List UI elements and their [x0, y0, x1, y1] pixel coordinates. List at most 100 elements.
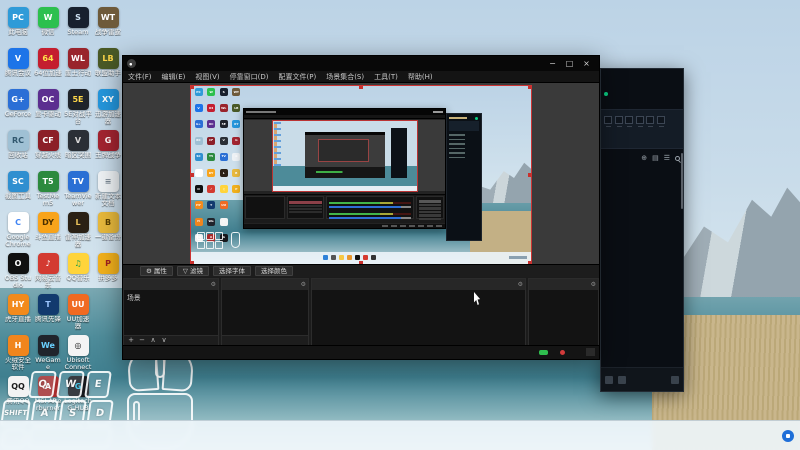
- desktop-icon[interactable]: V 暗区突围: [64, 130, 92, 168]
- desktop-icon[interactable]: A MSI Afterburner: [34, 376, 62, 414]
- wrench-icon[interactable]: ⚙: [591, 279, 596, 290]
- app-icon: WT: [98, 7, 119, 28]
- context-toolbar-button[interactable]: ▽ 滤镜: [177, 266, 209, 276]
- desktop-icon[interactable]: RC 回收站: [4, 130, 32, 168]
- mini-desktop-icon: L 雷神加速器: [218, 169, 229, 182]
- notification-badge[interactable]: [782, 430, 794, 442]
- friends-group-header[interactable]: [601, 169, 681, 172]
- controls-dock-header[interactable]: ⚙: [529, 279, 598, 290]
- friends-scrollbar[interactable]: [681, 153, 683, 209]
- desktop-icon[interactable]: LB 联盟助手: [94, 48, 122, 86]
- desktop-icon[interactable]: ≡ 新建文本文档: [94, 171, 122, 209]
- desktop-icon[interactable]: QQ 腾讯QQ: [4, 376, 32, 414]
- menu-item[interactable]: 工具(T): [369, 72, 403, 82]
- window-control-button[interactable]: □: [561, 59, 578, 68]
- mini-desktop-icon: V 腾讯会议: [193, 104, 204, 117]
- desktop-icon[interactable]: 5E 5E对战平台: [64, 89, 92, 127]
- scenes-toolbar-button[interactable]: −: [137, 337, 147, 344]
- selection-handle[interactable]: [191, 173, 194, 177]
- desktop-icon[interactable]: UU UU加速器: [64, 294, 92, 332]
- scenes-toolbar-button[interactable]: ∧: [148, 337, 158, 344]
- desktop-icon[interactable]: G Logitech G HUB: [64, 376, 92, 414]
- wrench-icon[interactable]: ⚙: [518, 279, 523, 290]
- party-slot[interactable]: [636, 116, 644, 124]
- wrench-icon[interactable]: ⚙: [301, 279, 306, 290]
- selection-handle[interactable]: [191, 261, 194, 264]
- desktop-icon[interactable]: ♪ 网易云音乐: [34, 253, 62, 291]
- selection-handle[interactable]: [359, 86, 363, 89]
- sources-dock-header[interactable]: ⚙: [222, 279, 308, 290]
- scenes-dock-header[interactable]: ⚙: [124, 279, 218, 290]
- window-control-button[interactable]: −: [544, 59, 561, 68]
- desktop-icon[interactable]: W 微信: [34, 7, 62, 45]
- party-slot[interactable]: [625, 116, 633, 124]
- obs-preview-area[interactable]: PC 此电脑 W 微信 S Steam: [123, 83, 599, 264]
- mini-desktop-icon: T5 TestMem5: [206, 153, 217, 166]
- context-toolbar-button[interactable]: 选择颜色: [255, 266, 293, 276]
- menu-item[interactable]: 编辑(E): [157, 72, 191, 82]
- menu-item[interactable]: 停靠窗口(D): [225, 72, 274, 82]
- menu-item[interactable]: 视图(V): [190, 72, 224, 82]
- desktop-icon[interactable]: HY 虎牙直播: [4, 294, 32, 332]
- desktop-icon[interactable]: V 腾讯会议: [4, 48, 32, 86]
- selection-handle[interactable]: [528, 261, 531, 264]
- party-slot[interactable]: [604, 116, 612, 124]
- desktop-icon[interactable]: B 一键备份: [94, 212, 122, 250]
- desktop-icon[interactable]: CF 穿越火线: [34, 130, 62, 168]
- rec-timer: [560, 349, 568, 357]
- desktop-icon[interactable]: P 拼多多: [94, 253, 122, 291]
- add-friend-icon[interactable]: ⊕: [641, 155, 647, 162]
- desktop-icon[interactable]: 64 64位加速: [34, 48, 62, 86]
- search-icon[interactable]: [675, 156, 680, 161]
- window-control-button[interactable]: ×: [578, 59, 595, 68]
- context-toolbar-button[interactable]: ⚙ 属性: [140, 266, 173, 276]
- desktop-icon[interactable]: WT 战争雷霆: [94, 7, 122, 45]
- obs-titlebar[interactable]: −□×: [123, 56, 599, 71]
- preview-canvas[interactable]: PC 此电脑 W 微信 S Steam: [191, 86, 531, 264]
- desktop-icon[interactable]: L 雷神加速器: [64, 212, 92, 250]
- desktop-icon[interactable]: PC 此电脑: [4, 7, 32, 45]
- desktop-icon[interactable]: H 火绒安全软件: [4, 335, 32, 373]
- desktop-icon[interactable]: G+ GeForce: [4, 89, 32, 127]
- desktop-icon[interactable]: TV TeamViewer: [64, 171, 92, 209]
- voice-icon[interactable]: [605, 376, 613, 384]
- desktop-icon[interactable]: T 腾讯先锋: [34, 294, 62, 332]
- scenes-toolbar-button[interactable]: +: [126, 337, 136, 344]
- desktop-icon[interactable]: S Steam: [64, 7, 92, 45]
- party-slot[interactable]: [615, 116, 623, 124]
- desktop-icon[interactable]: XY 迅游加速器: [94, 89, 122, 127]
- desktop-icon[interactable]: We WeGame: [34, 335, 62, 373]
- selection-handle[interactable]: [528, 86, 531, 89]
- desktop-icon[interactable]: WL 废土行动: [64, 48, 92, 86]
- desktop-icon[interactable]: O OBS Studio: [4, 253, 32, 291]
- desktop-icon[interactable]: SC 截图工具: [4, 171, 32, 209]
- party-slot[interactable]: [657, 116, 665, 124]
- settings-icon[interactable]: [671, 376, 679, 384]
- list-icon[interactable]: ☰: [664, 155, 670, 162]
- context-toolbar-button[interactable]: 选择字体: [213, 266, 251, 276]
- desktop-icon[interactable]: OC 显卡驱动: [34, 89, 62, 127]
- desktop-icon[interactable]: ♫ QQ音乐: [64, 253, 92, 291]
- desktop-icon[interactable]: C Google Chrome: [4, 212, 32, 250]
- menu-item[interactable]: 帮助(H): [403, 72, 438, 82]
- desktop-icon[interactable]: ◎ Ubisoft Connect: [64, 335, 92, 373]
- party-slot[interactable]: [646, 116, 654, 124]
- scene-list-item[interactable]: 场景: [124, 290, 218, 304]
- menu-item[interactable]: 文件(F): [123, 72, 157, 82]
- desktop-icon[interactable]: G 王牌战争: [94, 130, 122, 168]
- resize-grip[interactable]: [586, 348, 595, 356]
- app-icon: S: [68, 7, 89, 28]
- selection-handle[interactable]: [528, 173, 531, 177]
- rooms-icon[interactable]: ▤: [652, 155, 659, 162]
- desktop-icon-label: 迅游加速器: [94, 111, 122, 126]
- wrench-icon[interactable]: ⚙: [211, 279, 216, 290]
- desktop-icon[interactable]: DY 斗鱼直播: [34, 212, 62, 250]
- menu-item[interactable]: 场景集合(S): [321, 72, 369, 82]
- mixer-dock-header[interactable]: ⚙: [312, 279, 525, 290]
- mic-icon[interactable]: [618, 376, 626, 384]
- desktop-icon[interactable]: T5 TestMem5: [34, 171, 62, 209]
- selection-handle[interactable]: [359, 261, 363, 264]
- menu-item[interactable]: 配置文件(P): [274, 72, 322, 82]
- selection-handle[interactable]: [191, 86, 194, 89]
- scenes-toolbar-button[interactable]: ∨: [159, 337, 169, 344]
